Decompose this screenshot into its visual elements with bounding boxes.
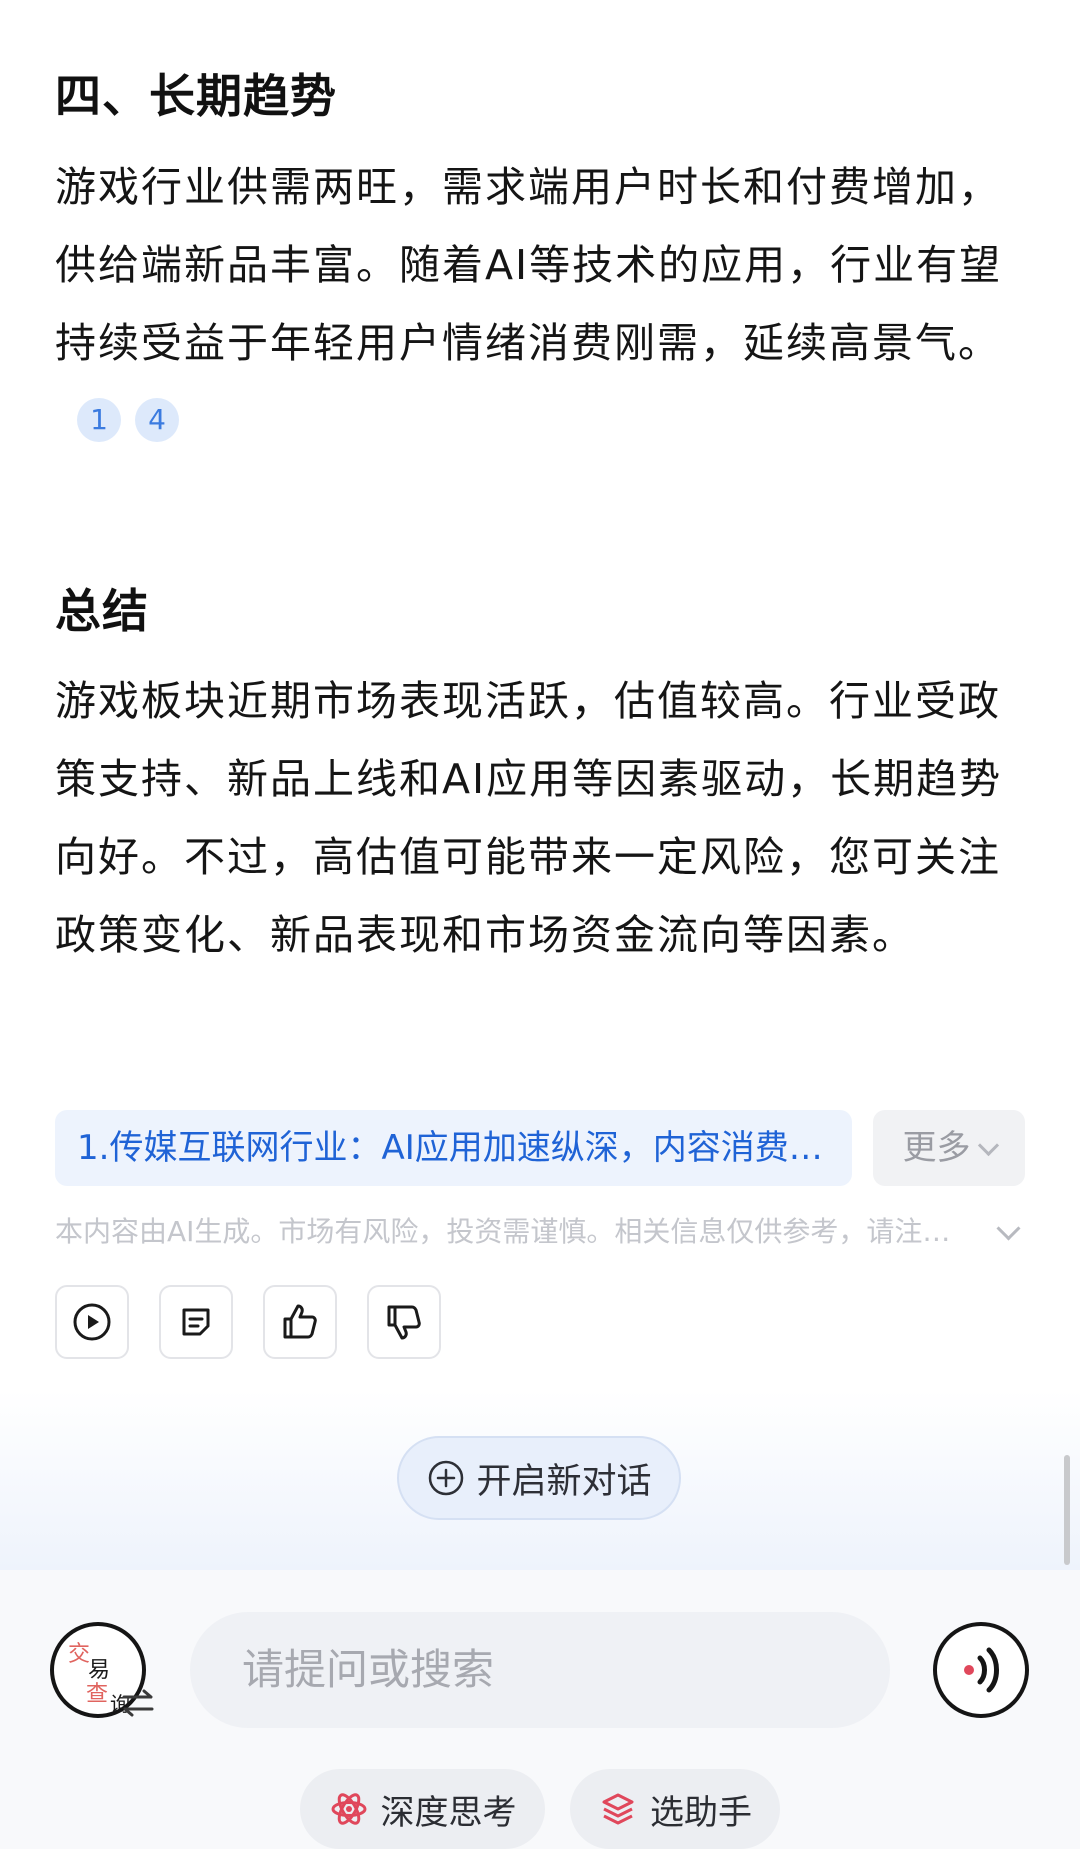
source-link-1[interactable]: 1.传媒互联网行业：AI应用加速纵深，内容消费扩张 [55, 1110, 852, 1186]
note-button[interactable] [159, 1285, 233, 1359]
atom-icon [331, 1793, 366, 1825]
thumbs-up-icon [283, 1304, 317, 1339]
scrollbar[interactable] [1064, 1455, 1070, 1565]
avatar-char: 查 [86, 1682, 109, 1707]
voice-wave-icon [964, 1647, 999, 1693]
play-audio-button[interactable] [55, 1285, 129, 1359]
section-title-long-term-trend: 四、长期趋势 [55, 69, 337, 123]
long-term-trend-paragraph: 游戏行业供需两旺，需求端用户时长和付费增加，供给端新品丰富。随着AI等技术的应用… [55, 148, 1015, 460]
more-sources-button[interactable]: 更多 [873, 1110, 1025, 1186]
like-button[interactable] [263, 1285, 337, 1359]
plus-circle-icon [429, 1460, 464, 1496]
search-input[interactable]: 请提问或搜索 [190, 1612, 890, 1728]
long-term-trend-text: 游戏行业供需两旺，需求端用户时长和付费增加，供给端新品丰富。随着AI等技术的应用… [55, 163, 1003, 367]
play-icon [73, 1303, 111, 1341]
deep-think-chip[interactable]: 深度思考 [300, 1769, 545, 1849]
citation-badge[interactable]: 4 [135, 398, 179, 442]
ai-disclaimer: 本内容由AI生成。市场有风险，投资需谨慎。相关信息仅供参考，请注意甄别 [55, 1215, 975, 1248]
voice-input-button[interactable] [933, 1622, 1029, 1718]
deep-think-label: 深度思考 [380, 1792, 517, 1833]
thumbs-down-icon [387, 1305, 421, 1340]
new-chat-button[interactable]: 开启新对话 [397, 1436, 681, 1520]
choose-assistant-chip[interactable]: 选助手 [570, 1769, 780, 1849]
choose-assistant-label: 选助手 [650, 1792, 752, 1833]
new-chat-label: 开启新对话 [476, 1461, 652, 1502]
more-sources-label: 更多 [902, 1128, 971, 1168]
citation-badge[interactable]: 1 [77, 398, 121, 442]
avatar-char: 交 [68, 1642, 91, 1667]
layers-icon [602, 1793, 634, 1825]
chevron-down-icon [977, 1134, 999, 1157]
note-icon [182, 1308, 210, 1336]
summary-paragraph: 游戏板块近期市场表现活跃，估值较高。行业受政策支持、新品上线和AI应用等因素驱动… [55, 677, 1003, 959]
section-title-summary: 总结 [55, 584, 149, 638]
chat-page: 四、长期趋势 游戏行业供需两旺，需求端用户时长和付费增加，供给端新品丰富。随着A… [0, 0, 1080, 1849]
swap-icon[interactable] [118, 1688, 158, 1718]
dislike-button[interactable] [367, 1285, 441, 1359]
expand-disclaimer-chevron-icon[interactable] [996, 1216, 1021, 1241]
